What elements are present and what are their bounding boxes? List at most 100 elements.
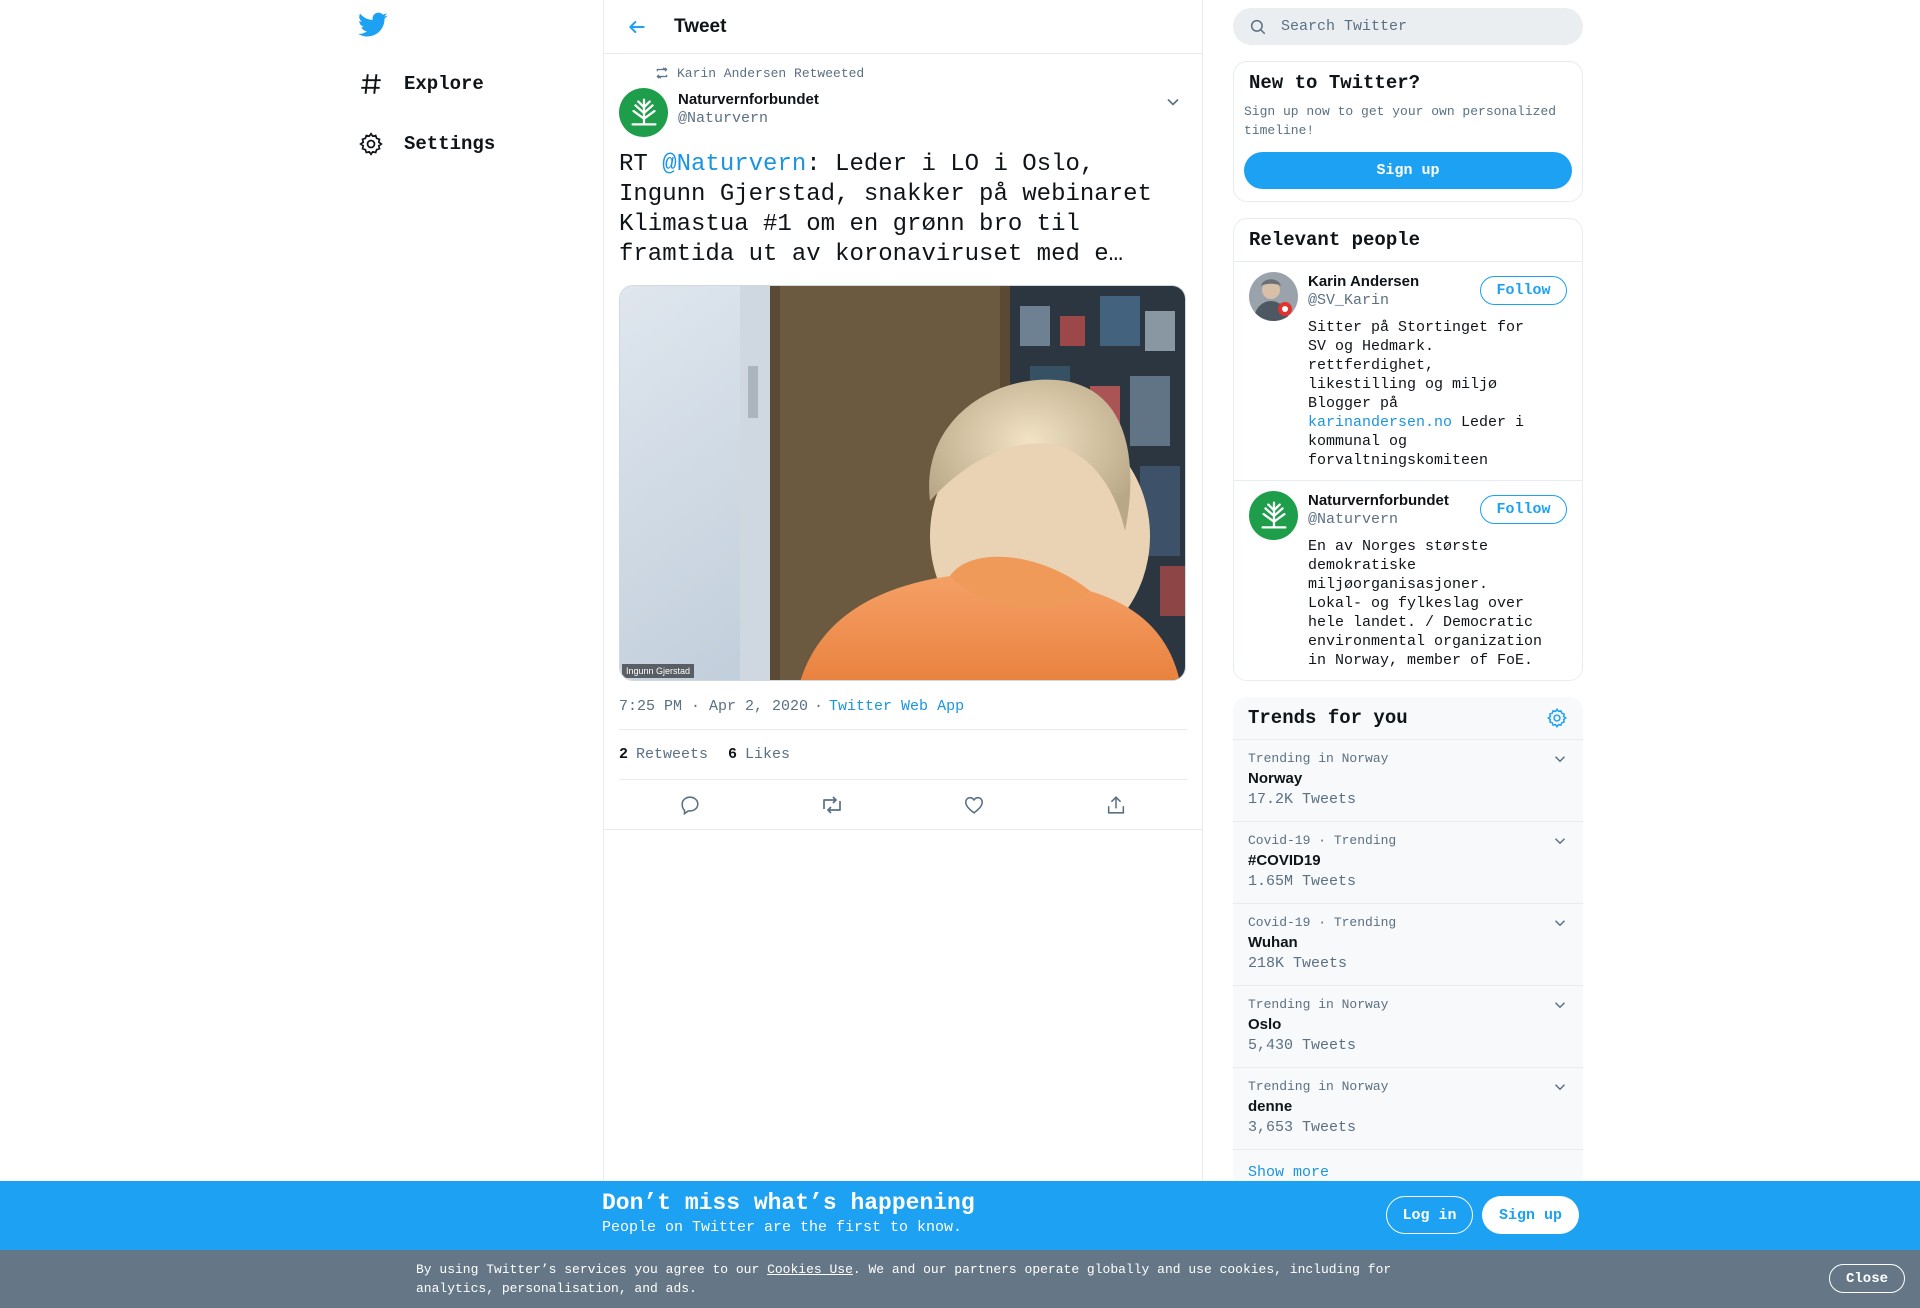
likes-label: Likes bbox=[745, 746, 791, 763]
trend-item[interactable]: Covid-19 · Trending Wuhan 218K Tweets bbox=[1233, 904, 1583, 986]
tweet-stats: 2 Retweets 6 Likes bbox=[619, 730, 1187, 780]
mention-link[interactable]: @Naturvern bbox=[662, 151, 806, 178]
retweet-button[interactable] bbox=[812, 785, 852, 825]
retweeted-by[interactable]: Karin Andersen Retweeted bbox=[677, 66, 864, 81]
chevron-down-icon[interactable] bbox=[1551, 750, 1569, 768]
media-caption: Ingunn Gjerstad bbox=[622, 664, 695, 678]
new-to-twitter-subtitle: Sign up now to get your own personalized… bbox=[1244, 104, 1557, 138]
sidebar-signup-button[interactable]: Sign up bbox=[1244, 152, 1572, 189]
search-bar[interactable] bbox=[1233, 8, 1583, 45]
signup-button[interactable]: Sign up bbox=[1482, 1196, 1579, 1234]
trends-title: Trends for you bbox=[1248, 707, 1408, 729]
tweet-source[interactable]: Twitter Web App bbox=[829, 698, 964, 715]
likes-count: 6 bbox=[728, 746, 738, 763]
person-bio: Sitter på Stortinget for SV og Hedmark. … bbox=[1308, 318, 1548, 470]
chevron-down-icon[interactable] bbox=[1551, 832, 1569, 850]
trend-context: Covid-19 · Trending bbox=[1248, 915, 1397, 930]
tweet-meta: 7:25 PM · Apr 2, 2020 · Twitter Web App bbox=[619, 694, 1187, 730]
tweet-timestamp[interactable]: 7:25 PM · Apr 2, 2020 bbox=[619, 698, 808, 715]
share-icon bbox=[1105, 794, 1127, 816]
person-item[interactable]: Naturvernforbundet @Naturvern En av Norg… bbox=[1234, 481, 1582, 680]
trend-context: Trending in Norway bbox=[1248, 1079, 1389, 1094]
nav-settings[interactable]: Settings bbox=[358, 124, 495, 164]
retweet-icon bbox=[820, 793, 844, 817]
trend-count: 1.65M Tweets bbox=[1248, 873, 1357, 890]
trend-count: 218K Tweets bbox=[1248, 955, 1348, 972]
gear-icon bbox=[358, 131, 384, 157]
tweet-author: Naturvernforbundet @Naturvern bbox=[619, 88, 1187, 142]
chevron-down-icon[interactable] bbox=[1163, 92, 1185, 114]
chevron-down-icon[interactable] bbox=[1551, 996, 1569, 1014]
trend-item[interactable]: Trending in Norway Oslo 5,430 Tweets bbox=[1233, 986, 1583, 1068]
trend-name: Oslo bbox=[1248, 1016, 1282, 1033]
trend-name: Norway bbox=[1248, 770, 1303, 787]
avatar[interactable] bbox=[1249, 491, 1298, 540]
nav-explore-label: Explore bbox=[404, 73, 484, 95]
person-item[interactable]: Karin Andersen @SV_Karin Sitter på Stort… bbox=[1234, 262, 1582, 481]
trends-card: Trends for you Trending in Norway Norway… bbox=[1233, 697, 1583, 1197]
like-button[interactable] bbox=[954, 785, 994, 825]
cookie-text-start: By using Twitter’s services you agree to… bbox=[416, 1262, 768, 1277]
trend-name: #COVID19 bbox=[1248, 852, 1321, 869]
likes-stat[interactable]: 6 Likes bbox=[728, 746, 790, 763]
reply-icon bbox=[679, 794, 701, 816]
cookie-text: By using Twitter’s services you agree to… bbox=[416, 1260, 1416, 1298]
sidebar: New to Twitter? Sign up now to get your … bbox=[1233, 0, 1583, 1197]
signup-banner: Don’t miss what’s happening People on Tw… bbox=[0, 1181, 1920, 1250]
heart-icon bbox=[963, 794, 985, 816]
search-icon bbox=[1249, 18, 1267, 36]
tweet-text-prefix: RT bbox=[619, 151, 663, 178]
banner-title: Don’t miss what’s happening bbox=[602, 1190, 975, 1216]
follow-button[interactable]: Follow bbox=[1480, 276, 1567, 305]
nav-explore[interactable]: Explore bbox=[358, 64, 484, 104]
person-bio: En av Norges største demokratiske miljøo… bbox=[1308, 538, 1543, 669]
trend-context: Trending in Norway bbox=[1248, 997, 1389, 1012]
cookies-use-link[interactable]: Cookies Use bbox=[767, 1262, 853, 1277]
chevron-down-icon[interactable] bbox=[1551, 1078, 1569, 1096]
nav-settings-label: Settings bbox=[404, 133, 496, 155]
banner-subtitle: People on Twitter are the first to know. bbox=[602, 1219, 963, 1236]
author-name[interactable]: Naturvernforbundet bbox=[678, 90, 819, 109]
twitter-bird-icon[interactable] bbox=[358, 12, 390, 42]
new-to-twitter-card: New to Twitter? Sign up now to get your … bbox=[1233, 61, 1583, 202]
avatar[interactable] bbox=[1249, 272, 1298, 321]
trend-context: Trending in Norway bbox=[1248, 751, 1389, 766]
tweet-header: Tweet bbox=[604, 0, 1202, 54]
chevron-down-icon[interactable] bbox=[1551, 914, 1569, 932]
relevant-people-card: Relevant people Karin Andersen @SV_Karin… bbox=[1233, 218, 1583, 681]
person-bio-text: Sitter på Stortinget for SV og Hedmark. … bbox=[1308, 319, 1525, 412]
trend-count: 3,653 Tweets bbox=[1248, 1119, 1357, 1136]
retweets-stat[interactable]: 2 Retweets bbox=[619, 746, 708, 763]
tweet-column: Tweet Karin Andersen Retweeted Naturvern… bbox=[603, 0, 1203, 1308]
hashtag-icon bbox=[358, 71, 384, 97]
search-input[interactable] bbox=[1281, 18, 1561, 35]
trend-item[interactable]: Covid-19 · Trending #COVID19 1.65M Tweet… bbox=[1233, 822, 1583, 904]
author-handle[interactable]: @Naturvern bbox=[678, 109, 819, 128]
back-button[interactable] bbox=[622, 12, 652, 42]
meta-separator: · bbox=[814, 698, 824, 715]
trend-name: Wuhan bbox=[1248, 934, 1298, 951]
tweet-actions bbox=[604, 780, 1202, 830]
cookie-banner: By using Twitter’s services you agree to… bbox=[0, 1250, 1920, 1308]
new-to-twitter-title: New to Twitter? bbox=[1249, 72, 1421, 94]
trend-item[interactable]: Trending in Norway denne 3,653 Tweets bbox=[1233, 1068, 1583, 1150]
share-button[interactable] bbox=[1096, 785, 1136, 825]
retweet-icon bbox=[655, 66, 669, 80]
video-thumbnail bbox=[620, 286, 1185, 680]
avatar[interactable] bbox=[619, 88, 668, 137]
follow-button[interactable]: Follow bbox=[1480, 495, 1567, 524]
tweet: Karin Andersen Retweeted Naturvernforbun… bbox=[604, 54, 1202, 830]
cookie-close-button[interactable]: Close bbox=[1829, 1264, 1905, 1293]
relevant-people-title: Relevant people bbox=[1234, 219, 1582, 262]
trend-item[interactable]: Trending in Norway Norway 17.2K Tweets bbox=[1233, 740, 1583, 822]
trend-name: denne bbox=[1248, 1098, 1293, 1115]
person-bio-link[interactable]: karinandersen.no bbox=[1308, 414, 1452, 431]
tweet-media[interactable]: Ingunn Gjerstad bbox=[619, 285, 1186, 681]
retweets-label: Retweets bbox=[636, 746, 709, 763]
gear-icon[interactable] bbox=[1546, 707, 1568, 729]
trends-header: Trends for you bbox=[1233, 697, 1583, 740]
retweets-count: 2 bbox=[619, 746, 629, 763]
page-title: Tweet bbox=[674, 15, 727, 37]
login-button[interactable]: Log in bbox=[1386, 1196, 1473, 1234]
reply-button[interactable] bbox=[670, 785, 710, 825]
